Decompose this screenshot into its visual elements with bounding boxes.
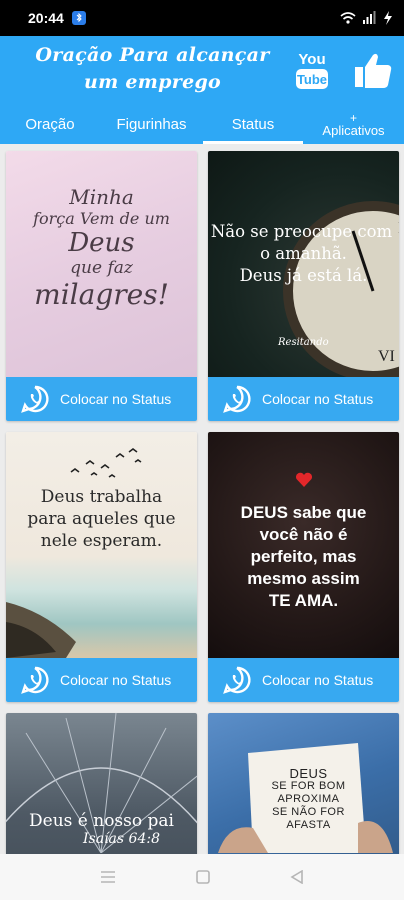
image-text: o amanhã. (260, 244, 347, 263)
image-text: TE AMA. (268, 591, 339, 610)
tab-aplicativos[interactable]: + Aplicativos (303, 104, 404, 144)
status-grid[interactable]: Minha força Vem de um Deus que faz milag… (0, 148, 404, 854)
tab-label: Status (231, 115, 275, 133)
status-card: DEUS sabe que você não é perfeito, mas m… (208, 432, 399, 702)
image-text: Deus (68, 228, 135, 258)
birds-illustration (70, 448, 142, 478)
image-text: SE NÃO FOR (272, 806, 345, 818)
whatsapp-icon (223, 385, 251, 413)
tab-status[interactable]: Status (203, 104, 303, 144)
app-header: Oração Para alcançar um emprego You Tube… (0, 36, 404, 144)
recents-icon[interactable] (100, 870, 116, 884)
tab-label: Oração (25, 115, 75, 133)
button-label: Colocar no Status (262, 391, 374, 407)
image-text: SE FOR BOM (271, 780, 346, 792)
wifi-icon (340, 12, 356, 24)
clock: 20:44 (28, 10, 64, 26)
coast-illustration (6, 602, 76, 658)
status-image[interactable]: Deus trabalha para aqueles que nele espe… (6, 432, 197, 658)
heart-icon (296, 472, 312, 487)
whatsapp-icon (223, 666, 251, 694)
svg-text:Tube: Tube (297, 72, 327, 87)
whatsapp-icon (21, 385, 49, 413)
status-card: Deus trabalha para aqueles que nele espe… (6, 432, 197, 702)
image-text: mesmo assim (247, 569, 360, 588)
tab-oracao[interactable]: Oração (0, 104, 100, 144)
status-card: Deus é nosso pai Isaías 64:8 (6, 713, 197, 854)
image-text: Não se preocupe com (210, 222, 393, 241)
status-card: DEUS SE FOR BOM APROXIMA SE NÃO FOR AFAS… (208, 713, 399, 854)
button-label: Colocar no Status (60, 672, 172, 688)
signal-icon (363, 11, 376, 24)
status-image[interactable]: DEUS SE FOR BOM APROXIMA SE NÃO FOR AFAS… (208, 713, 399, 854)
image-text: Deus já está lá. (239, 266, 368, 285)
set-status-button[interactable]: Colocar no Status (6, 377, 197, 421)
image-text: milagres! (34, 278, 169, 311)
thumbs-up-icon[interactable] (353, 50, 393, 90)
image-text: para aqueles que (27, 509, 176, 529)
status-image[interactable]: Minha força Vem de um Deus que faz milag… (6, 151, 197, 377)
set-status-button[interactable]: Colocar no Status (208, 658, 399, 702)
image-text: perfeito, mas (250, 547, 357, 566)
set-status-button[interactable]: Colocar no Status (208, 377, 399, 421)
button-label: Colocar no Status (60, 391, 172, 407)
tab-label: Aplicativos (322, 122, 385, 138)
status-card: Minha força Vem de um Deus que faz milag… (6, 151, 197, 421)
svg-text:You: You (298, 51, 325, 68)
image-text: DEUS (289, 766, 328, 781)
status-image[interactable]: I II IV VI Não se preocupe com o amanhã.… (208, 151, 399, 377)
whatsapp-icon (21, 666, 49, 694)
status-image[interactable]: DEUS sabe que você não é perfeito, mas m… (208, 432, 399, 658)
app-title: Oração Para alcançar um emprego (35, 44, 270, 93)
image-text: APROXIMA (277, 793, 340, 805)
image-text: Minha (69, 185, 134, 209)
status-bar: 20:44 (0, 0, 404, 36)
image-text: Isaías 64:8 (83, 831, 160, 847)
image-text: nele esperam. (40, 531, 163, 551)
button-label: Colocar no Status (262, 672, 374, 688)
image-text: Deus é nosso pai (29, 811, 174, 831)
status-image[interactable]: Deus é nosso pai Isaías 64:8 (6, 713, 197, 854)
image-text: que faz (70, 258, 133, 278)
image-text: Deus trabalha (40, 487, 163, 507)
image-text: DEUS sabe que (240, 503, 367, 522)
image-signature: Resitando (278, 337, 329, 348)
svg-text:VI: VI (378, 348, 395, 365)
tab-label: Figurinhas (116, 115, 187, 133)
status-card: I II IV VI Não se preocupe com o amanhã.… (208, 151, 399, 421)
battery-charging-icon (384, 11, 392, 25)
set-status-button[interactable]: Colocar no Status (6, 658, 197, 702)
back-icon[interactable] (290, 870, 304, 884)
tab-bar: Oração Figurinhas Status + Aplicativos (0, 104, 404, 144)
youtube-icon[interactable]: You Tube (293, 48, 331, 92)
image-text: você não é (259, 525, 348, 544)
system-nav-bar (0, 854, 404, 900)
image-text: força Vem de um (33, 209, 170, 228)
home-icon[interactable] (196, 870, 210, 884)
tab-figurinhas[interactable]: Figurinhas (100, 104, 203, 144)
app-notification-icon (71, 11, 86, 25)
tab-plus: + (349, 110, 357, 125)
image-text: AFASTA (286, 819, 331, 831)
